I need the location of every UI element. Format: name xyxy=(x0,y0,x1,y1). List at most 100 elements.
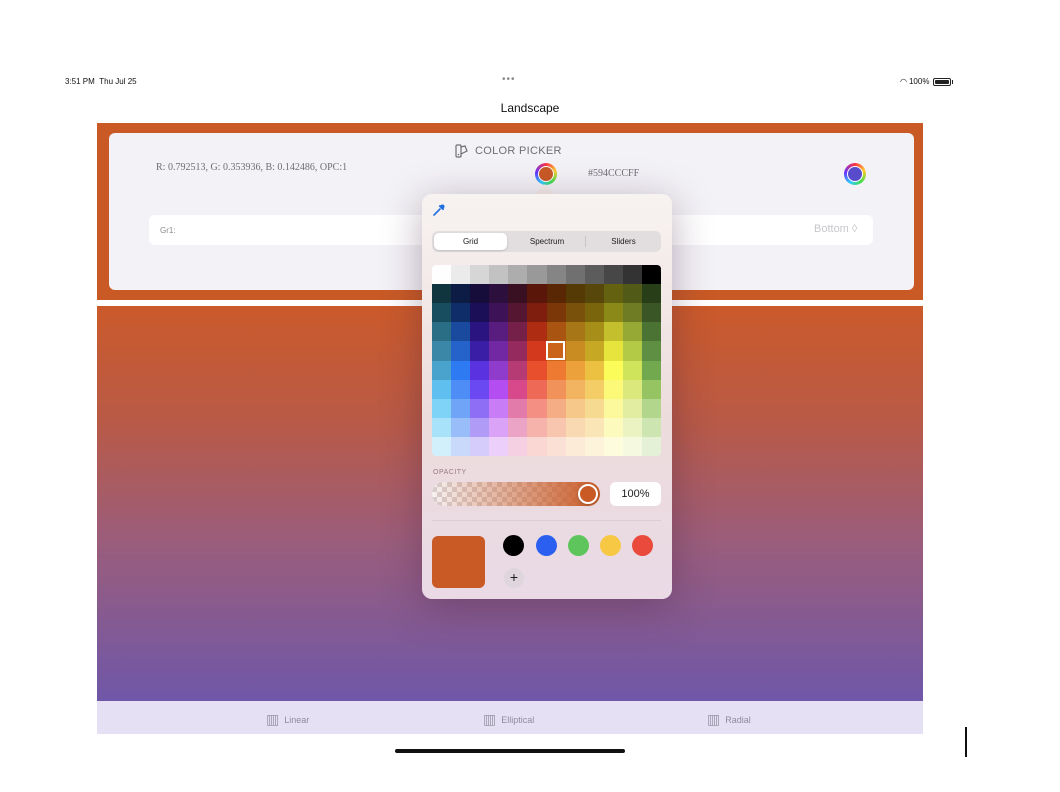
color-grid-cell[interactable] xyxy=(527,360,547,380)
color-grid-cell[interactable] xyxy=(470,303,490,323)
color-grid-cell[interactable] xyxy=(622,398,642,418)
color-grid-cell[interactable] xyxy=(432,417,452,437)
tab-elliptical[interactable]: ▥ Elliptical xyxy=(483,711,534,728)
opacity-value-field[interactable]: 100% xyxy=(610,482,661,506)
color-grid-cell[interactable] xyxy=(489,379,509,399)
color-grid-cell[interactable] xyxy=(603,436,623,456)
color-grid-cell[interactable] xyxy=(470,436,490,456)
color-grid-cell[interactable] xyxy=(508,379,528,399)
color-grid-cell[interactable] xyxy=(451,265,471,285)
color-grid-cell[interactable] xyxy=(432,341,452,361)
color-grid-cell[interactable] xyxy=(546,360,566,380)
color-grid-cell[interactable] xyxy=(527,417,547,437)
color-grid-cell[interactable] xyxy=(622,284,642,304)
color-grid-cell[interactable] xyxy=(565,284,585,304)
favorite-swatch-red[interactable] xyxy=(632,535,653,556)
color-grid-cell[interactable] xyxy=(489,303,509,323)
color-grid-cell[interactable] xyxy=(565,379,585,399)
color-grid-cell[interactable] xyxy=(603,341,623,361)
color-grid-cell[interactable] xyxy=(432,398,452,418)
color-grid-cell[interactable] xyxy=(584,265,604,285)
color-grid-cell[interactable] xyxy=(584,341,604,361)
color-grid-cell[interactable] xyxy=(508,303,528,323)
color-grid-cell[interactable] xyxy=(565,360,585,380)
color-grid-cell[interactable] xyxy=(489,265,509,285)
color-grid-cell[interactable] xyxy=(603,417,623,437)
color-grid-cell[interactable] xyxy=(451,379,471,399)
color-grid-cell[interactable] xyxy=(565,436,585,456)
color-grid-cell[interactable] xyxy=(546,265,566,285)
tab-linear[interactable]: ▥ Linear xyxy=(266,711,309,728)
color-grid-cell[interactable] xyxy=(470,322,490,342)
color-grid-cell[interactable] xyxy=(603,265,623,285)
color-grid-cell[interactable] xyxy=(470,341,490,361)
color-grid-cell[interactable] xyxy=(508,322,528,342)
color-grid-cell[interactable] xyxy=(432,303,452,323)
color-grid-cell[interactable] xyxy=(622,379,642,399)
color-grid-cell[interactable] xyxy=(584,303,604,323)
favorite-swatch-black[interactable] xyxy=(503,535,524,556)
opacity-slider[interactable] xyxy=(432,482,600,506)
color-grid-cell[interactable] xyxy=(470,417,490,437)
color-grid-cell[interactable] xyxy=(622,322,642,342)
color-grid-cell[interactable] xyxy=(508,341,528,361)
color-well-current[interactable] xyxy=(535,163,557,185)
gradient-direction-picker[interactable]: Bottom ◊ xyxy=(814,223,857,235)
color-grid-cell[interactable] xyxy=(451,303,471,323)
color-grid-cell[interactable] xyxy=(622,265,642,285)
color-grid-cell[interactable] xyxy=(622,303,642,323)
opacity-slider-thumb[interactable] xyxy=(578,484,598,504)
color-grid-cell[interactable] xyxy=(641,379,661,399)
eyedropper-icon[interactable] xyxy=(432,203,446,220)
color-grid-cell[interactable] xyxy=(470,360,490,380)
color-grid-cell[interactable] xyxy=(584,322,604,342)
color-grid-cell[interactable] xyxy=(584,284,604,304)
color-grid-cell[interactable] xyxy=(641,284,661,304)
color-grid-cell[interactable] xyxy=(470,284,490,304)
color-grid-cell[interactable] xyxy=(641,360,661,380)
color-grid-cell[interactable] xyxy=(527,436,547,456)
color-grid-cell[interactable] xyxy=(451,398,471,418)
color-grid-cell[interactable] xyxy=(641,417,661,437)
color-grid-cell[interactable] xyxy=(432,284,452,304)
color-grid-cell[interactable] xyxy=(508,417,528,437)
color-grid-cell[interactable] xyxy=(432,436,452,456)
segment-spectrum[interactable]: Spectrum xyxy=(509,233,585,250)
color-grid-cell[interactable] xyxy=(603,398,623,418)
color-grid-cell[interactable] xyxy=(584,417,604,437)
color-well-secondary[interactable] xyxy=(844,163,866,185)
color-grid-cell[interactable] xyxy=(489,322,509,342)
color-grid-cell[interactable] xyxy=(470,265,490,285)
color-grid-cell[interactable] xyxy=(546,303,566,323)
color-grid-cell[interactable] xyxy=(489,436,509,456)
color-grid-cell[interactable] xyxy=(622,436,642,456)
color-grid-cell[interactable] xyxy=(546,398,566,418)
color-grid-cell[interactable] xyxy=(565,322,585,342)
color-grid-cell[interactable] xyxy=(489,417,509,437)
color-grid-cell[interactable] xyxy=(470,398,490,418)
color-grid-cell[interactable] xyxy=(527,265,547,285)
color-grid-cell[interactable] xyxy=(603,360,623,380)
color-grid-cell[interactable] xyxy=(565,417,585,437)
color-grid-cell[interactable] xyxy=(622,360,642,380)
color-grid-cell[interactable] xyxy=(489,398,509,418)
color-grid-cell[interactable] xyxy=(565,303,585,323)
color-grid-cell[interactable] xyxy=(527,322,547,342)
favorite-swatch-blue[interactable] xyxy=(536,535,557,556)
color-grid-cell[interactable] xyxy=(508,436,528,456)
color-grid-cell[interactable] xyxy=(641,303,661,323)
color-grid-cell[interactable] xyxy=(451,360,471,380)
color-grid-cell[interactable] xyxy=(584,398,604,418)
color-grid-cell[interactable] xyxy=(641,341,661,361)
color-grid-cell[interactable] xyxy=(622,417,642,437)
color-grid-cell[interactable] xyxy=(546,417,566,437)
home-indicator[interactable] xyxy=(395,749,625,753)
color-grid-cell[interactable] xyxy=(641,265,661,285)
color-grid-cell[interactable] xyxy=(508,265,528,285)
color-grid-cell[interactable] xyxy=(470,379,490,399)
color-grid-cell[interactable] xyxy=(622,341,642,361)
favorite-swatch-yellow[interactable] xyxy=(600,535,621,556)
color-grid-cell[interactable] xyxy=(451,284,471,304)
color-grid-cell[interactable] xyxy=(565,265,585,285)
color-grid-cell[interactable] xyxy=(603,303,623,323)
